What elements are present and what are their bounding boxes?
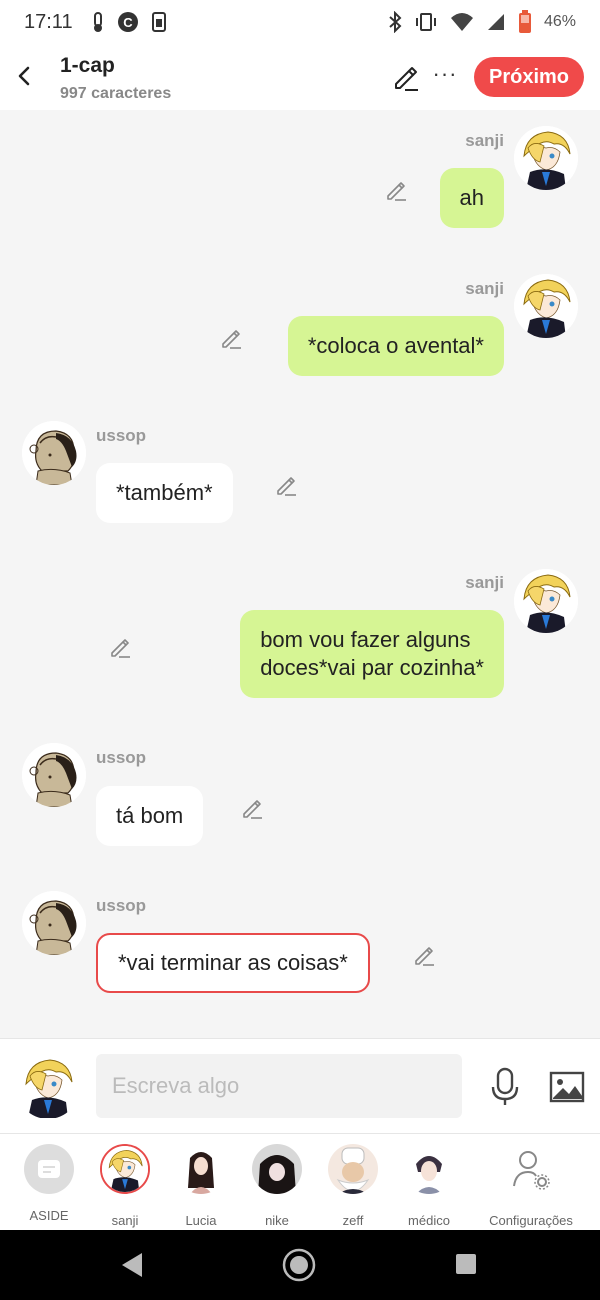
sim-icon (151, 12, 166, 32)
character-medico[interactable]: médico (389, 1144, 469, 1228)
avatar-lucia (176, 1144, 226, 1194)
signal-icon (487, 14, 504, 30)
avatar-ussop[interactable] (22, 743, 86, 807)
microphone-icon[interactable] (490, 1067, 520, 1107)
edit-message-icon[interactable] (219, 326, 243, 350)
header: 1-cap 997 caracteres ··· Próximo (0, 44, 600, 110)
edit-message-icon[interactable] (412, 943, 436, 967)
character-label: Configurações (489, 1213, 573, 1228)
message-bubble[interactable]: tá bom (96, 786, 204, 846)
avatar-sanji (100, 1144, 150, 1194)
character-sanji[interactable]: sanji (85, 1144, 165, 1228)
bluetooth-icon (389, 11, 402, 33)
edit-message-icon[interactable] (274, 473, 298, 497)
status-time: 17:11 (24, 10, 73, 33)
message-sender: sanji (465, 573, 504, 592)
avatar-zeff (328, 1144, 378, 1194)
edit-pencil-icon[interactable] (392, 64, 420, 92)
character-count: 997 caracteres (60, 85, 172, 102)
vibrate-icon (415, 13, 436, 31)
c-app-icon: C (117, 12, 138, 32)
thermometer-icon (93, 12, 102, 32)
avatar-sanji[interactable] (514, 569, 578, 633)
nav-home-icon[interactable] (282, 1248, 316, 1282)
image-icon[interactable] (549, 1070, 585, 1104)
message-input[interactable] (96, 1054, 462, 1118)
message-sender: sanji (465, 131, 504, 150)
character-label: nike (265, 1213, 289, 1228)
message-sender: ussop (96, 426, 147, 445)
message-sender: sanji (465, 279, 504, 298)
character-label: zeff (342, 1213, 364, 1228)
page-title: 1-cap (60, 54, 115, 77)
current-character-avatar[interactable] (16, 1053, 80, 1119)
character-aside[interactable]: ASIDE (9, 1144, 89, 1223)
avatar-sanji[interactable] (514, 126, 578, 190)
aside-icon (24, 1144, 74, 1194)
status-right-icons: 46% (388, 10, 576, 34)
character-label: Lucia (185, 1213, 217, 1228)
avatar-ussop[interactable] (22, 891, 86, 955)
character-nike[interactable]: nike (237, 1144, 317, 1228)
wifi-icon (450, 13, 473, 31)
nav-recents-icon[interactable] (454, 1252, 478, 1276)
message-sender: ussop (96, 748, 147, 767)
status-left-icons: C (91, 11, 167, 33)
message-bubble[interactable]: *coloca o avental* (287, 316, 504, 376)
battery-icon (518, 10, 531, 33)
composer-bar (0, 1038, 600, 1134)
avatar-sanji[interactable] (514, 274, 578, 338)
system-nav-bar (0, 1230, 600, 1300)
more-options-button[interactable]: ··· (432, 61, 458, 89)
message-bubble[interactable]: *também* (96, 463, 233, 523)
character-bar: ASIDE sanji Lucia nike zeff médico Confi… (0, 1134, 600, 1230)
chat-area[interactable]: sanji ah sanji *coloca o avental* ussop … (0, 110, 600, 1038)
message-bubble[interactable]: bom vou fazer alguns doces*vai par cozin… (240, 610, 504, 698)
character-label: médico (408, 1213, 450, 1228)
edit-message-icon[interactable] (108, 635, 132, 659)
character-label: ASIDE (29, 1208, 69, 1223)
avatar-medico (404, 1144, 454, 1194)
next-button[interactable]: Próximo (474, 57, 584, 97)
message-sender: ussop (96, 896, 147, 915)
status-bar: 17:11 C 46% (0, 0, 600, 44)
character-zeff[interactable]: zeff (313, 1144, 393, 1228)
message-line: doces*vai par cozinha* (260, 655, 484, 680)
battery-percent: 46% (543, 13, 576, 30)
message-bubble-selected[interactable]: *vai terminar as coisas* (96, 933, 370, 993)
avatar-ussop[interactable] (22, 421, 86, 485)
back-arrow-icon[interactable] (14, 62, 34, 90)
svg-text:C: C (123, 15, 133, 30)
settings-item[interactable]: Configurações (481, 1144, 581, 1228)
edit-message-icon[interactable] (240, 796, 264, 820)
character-label: sanji (111, 1213, 139, 1228)
user-settings-icon (513, 1151, 550, 1190)
edit-message-icon[interactable] (384, 178, 408, 202)
character-lucia[interactable]: Lucia (161, 1144, 241, 1228)
message-bubble[interactable]: ah (439, 168, 504, 228)
message-line: bom vou fazer alguns (260, 627, 471, 652)
avatar-nike (252, 1144, 302, 1194)
nav-back-icon[interactable] (120, 1252, 144, 1278)
